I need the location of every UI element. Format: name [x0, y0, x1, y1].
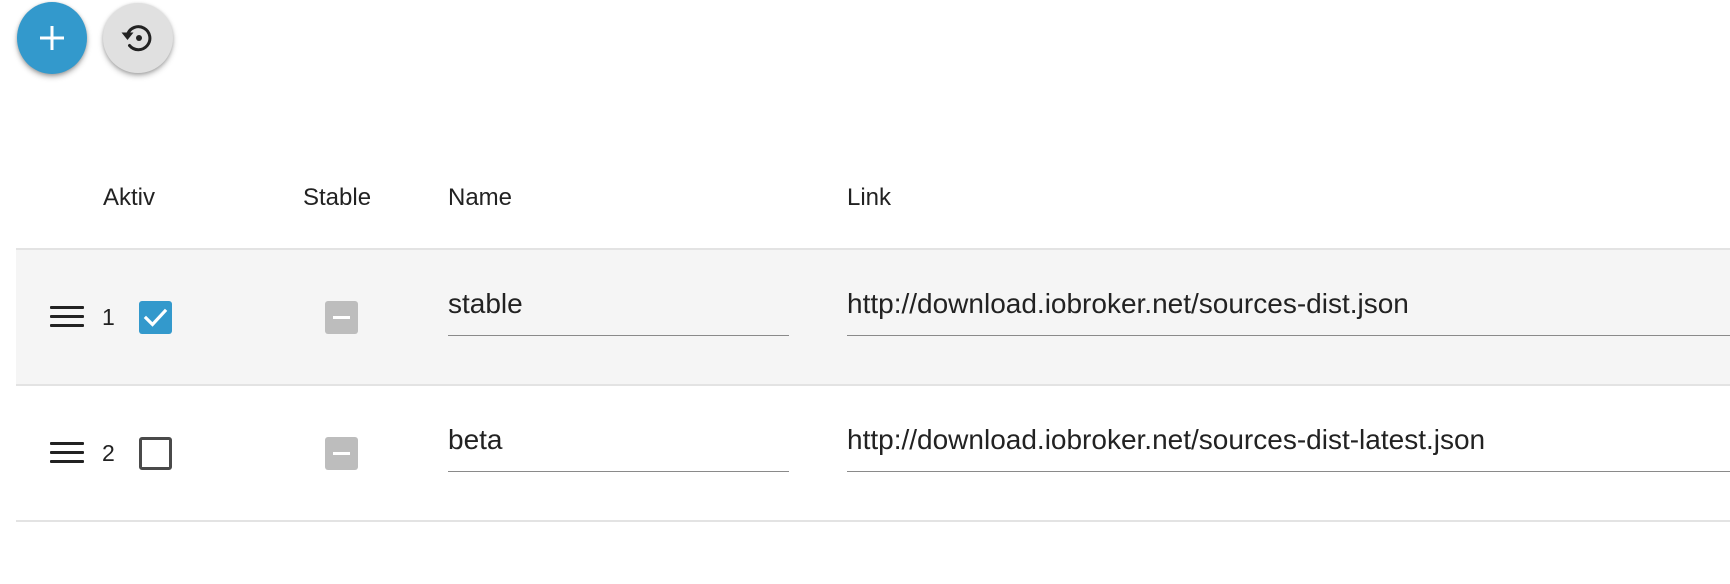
- name-input[interactable]: beta: [448, 420, 789, 472]
- active-checkbox[interactable]: [139, 437, 172, 470]
- restore-defaults-button[interactable]: [103, 3, 173, 73]
- stable-checkbox[interactable]: [325, 301, 358, 334]
- row-index: 2: [102, 440, 115, 466]
- link-input[interactable]: http://download.iobroker.net/sources-dis…: [847, 284, 1730, 336]
- column-header-stable: Stable: [303, 184, 372, 211]
- active-checkbox[interactable]: [139, 301, 172, 334]
- table-row: 2 beta http://download.iobroker.net/sour…: [16, 386, 1730, 520]
- drag-handle-icon[interactable]: [50, 304, 84, 330]
- check-icon: [143, 308, 168, 327]
- restore-icon: [121, 25, 152, 52]
- plus-icon: [40, 26, 64, 50]
- name-input[interactable]: stable: [448, 284, 789, 336]
- link-input[interactable]: http://download.iobroker.net/sources-dis…: [847, 420, 1730, 472]
- column-header-name: Name: [448, 184, 513, 211]
- row-divider: [16, 520, 1730, 522]
- stable-checkbox[interactable]: [325, 437, 358, 470]
- column-header-link: Link: [847, 184, 892, 211]
- row-index: 1: [102, 304, 115, 330]
- add-button[interactable]: [17, 2, 87, 74]
- table-row: 1 stable http://download.iobroker.net/so…: [16, 250, 1730, 384]
- drag-handle-icon[interactable]: [50, 440, 84, 466]
- column-header-aktiv: Aktiv: [103, 184, 156, 211]
- repositories-page: Aktiv Stable Name Link 1 stable http://d…: [0, 0, 1730, 584]
